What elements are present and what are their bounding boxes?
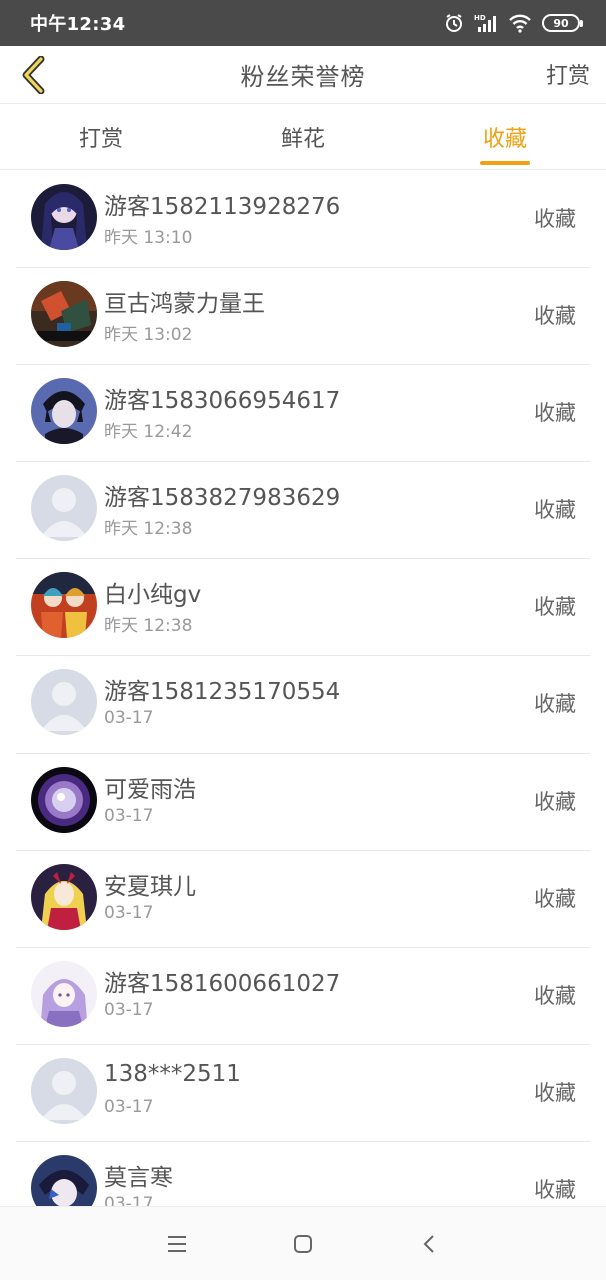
favorite-label: 收藏 <box>534 1177 576 1202</box>
timestamp: 03-17 <box>104 805 154 826</box>
favorite-label: 收藏 <box>534 498 576 523</box>
user-name: 莫言寒 <box>104 1164 173 1191</box>
status-bar: 中午12:34 HD 90 <box>0 0 606 46</box>
favorite-label: 收藏 <box>534 1080 576 1105</box>
status-time: 中午12:34 <box>30 14 126 35</box>
default-avatar-icon <box>31 475 97 542</box>
status-icons: HD 90 <box>444 13 583 33</box>
alarm-icon <box>444 13 464 33</box>
list-item[interactable]: 游客1581235170554 03-17 收藏 <box>16 656 590 754</box>
tab-favorites[interactable]: 收藏 <box>404 104 606 169</box>
user-name: 游客1583827983629 <box>104 485 341 512</box>
hd-signal-icon: HD <box>474 13 498 33</box>
timestamp: 03-17 <box>104 999 154 1020</box>
list-item[interactable]: 白小纯gv 昨天 12:38 收藏 <box>16 559 590 657</box>
user-name: 亘古鸿蒙力量王 <box>104 291 265 318</box>
favorite-label: 收藏 <box>534 886 576 911</box>
svg-text:HD: HD <box>474 14 486 22</box>
user-name: 游客1581235170554 <box>104 679 341 706</box>
default-avatar-icon <box>31 669 97 736</box>
fan-list: 游客1582113928276 昨天 13:10 收藏 亘古鸿蒙力量王 昨天 1… <box>0 171 606 1206</box>
list-item[interactable]: 游客1581600661027 03-17 收藏 <box>16 948 590 1045</box>
tab-flowers[interactable]: 鲜花 <box>202 104 404 169</box>
list-item[interactable]: 亘古鸿蒙力量王 昨天 13:02 收藏 <box>16 268 590 366</box>
list-item[interactable]: 138***2511 03-17 收藏 <box>16 1045 590 1142</box>
timestamp: 昨天 12:38 <box>104 616 193 637</box>
user-name: 安夏琪儿 <box>104 873 196 900</box>
menu-button[interactable] <box>114 1207 240 1280</box>
system-back-button[interactable] <box>366 1207 492 1280</box>
timestamp: 昨天 12:38 <box>104 519 193 540</box>
avatar <box>31 572 97 639</box>
home-button[interactable] <box>240 1207 366 1280</box>
back-icon <box>423 1234 434 1253</box>
avatar <box>31 766 97 833</box>
avatar <box>31 669 97 736</box>
wifi-icon <box>508 13 532 33</box>
list-item[interactable]: 莫言寒 03-17 收藏 <box>16 1142 590 1206</box>
list-item[interactable]: 安夏琪儿 03-17 收藏 <box>16 851 590 948</box>
tab-label: 收藏 <box>482 126 527 152</box>
avatar <box>31 960 97 1027</box>
reward-button[interactable]: 打赏 <box>546 58 590 90</box>
favorite-label: 收藏 <box>534 789 576 814</box>
list-item[interactable]: 游客1583066954617 昨天 12:42 收藏 <box>16 365 590 463</box>
tab-label: 打赏 <box>78 126 123 152</box>
tab-label: 鲜花 <box>280 126 325 152</box>
chevron-left-icon <box>22 56 45 94</box>
favorite-label: 收藏 <box>534 304 576 329</box>
default-avatar-icon <box>31 1057 97 1124</box>
tab-active-indicator <box>480 161 530 165</box>
timestamp: 03-17 <box>104 1193 154 1206</box>
avatar <box>31 281 97 348</box>
avatar <box>31 475 97 542</box>
list-item[interactable]: 游客1582113928276 昨天 13:10 收藏 <box>16 171 590 269</box>
timestamp: 03-17 <box>104 902 154 923</box>
avatar <box>31 184 97 250</box>
timestamp: 昨天 13:10 <box>104 228 193 248</box>
menu-icon <box>168 1235 186 1252</box>
user-name: 可爱雨浩 <box>104 776 196 803</box>
battery-icon: 90 <box>542 14 583 32</box>
favorite-label: 收藏 <box>534 207 576 231</box>
avatar <box>31 1057 97 1124</box>
home-icon <box>294 1234 312 1253</box>
timestamp: 昨天 13:02 <box>104 325 193 346</box>
avatar <box>31 378 97 445</box>
user-name: 游客1582113928276 <box>104 194 341 220</box>
avatar <box>31 863 97 930</box>
timestamp: 03-17 <box>104 708 154 729</box>
tab-reward[interactable]: 打赏 <box>0 104 202 169</box>
page-title: 粉丝荣誉榜 <box>240 63 366 91</box>
user-name: 游客1581600661027 <box>104 970 341 997</box>
list-item[interactable]: 可爱雨浩 03-17 收藏 <box>16 754 590 851</box>
favorite-label: 收藏 <box>534 401 576 426</box>
favorite-label: 收藏 <box>534 983 576 1008</box>
favorite-label: 收藏 <box>534 595 576 620</box>
nav-bar: 粉丝荣誉榜 打赏 <box>0 46 606 104</box>
tab-bar: 打赏 鲜花 收藏 <box>0 104 606 170</box>
user-name: 游客1583066954617 <box>104 388 341 415</box>
user-name: 白小纯gv <box>104 582 202 609</box>
back-button[interactable] <box>14 54 54 96</box>
timestamp: 03-17 <box>104 1096 154 1117</box>
favorite-label: 收藏 <box>534 692 576 717</box>
avatar <box>31 1154 97 1206</box>
list-item[interactable]: 游客1583827983629 昨天 12:38 收藏 <box>16 462 590 560</box>
user-name: 138***2511 <box>104 1060 241 1087</box>
system-nav-bar <box>0 1206 606 1280</box>
timestamp: 昨天 12:42 <box>104 422 193 443</box>
